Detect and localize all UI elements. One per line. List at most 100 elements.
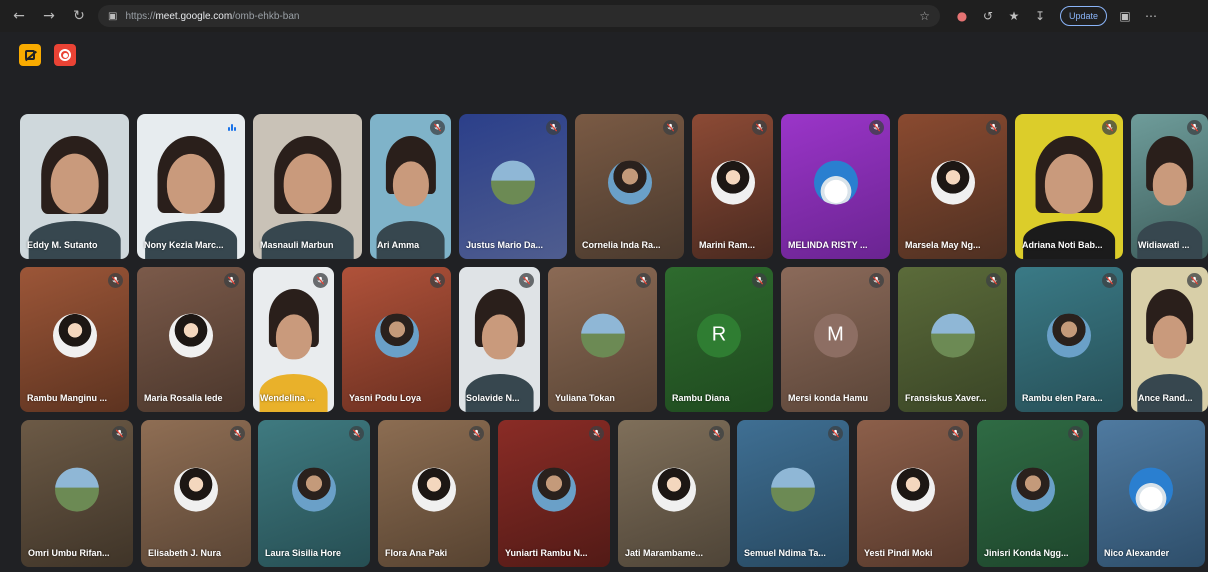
mic-off-icon	[230, 426, 245, 441]
participant-tile[interactable]: Nony Kezia Marc...	[137, 114, 245, 259]
participant-name: Omri Umbu Rifan...	[28, 548, 110, 558]
participant-tile[interactable]: Maria Rosalia lede	[137, 267, 245, 412]
participant-name: Yesti Pindi Moki	[864, 548, 933, 558]
participant-tile[interactable]: Marsela May Ng...	[898, 114, 1007, 259]
participant-name: Jati Marambame...	[625, 548, 704, 558]
mic-off-icon	[752, 273, 767, 288]
participant-tile[interactable]: M Mersi konda Hamu	[781, 267, 890, 412]
mic-off-icon	[589, 426, 604, 441]
mic-off-icon	[663, 120, 678, 135]
mic-off-icon	[430, 120, 445, 135]
mic-off-icon	[1187, 273, 1202, 288]
extension-icon[interactable]: ●	[950, 5, 974, 27]
browser-toolbar: ← → ↻ ▣ https://meet.google.com/omb-ehkb…	[0, 0, 1208, 32]
participant-tile[interactable]: R Rambu Diana	[665, 267, 773, 412]
participant-tile[interactable]: Ance Rand...	[1131, 267, 1208, 412]
participant-tile[interactable]: Nico Alexander	[1097, 420, 1205, 567]
participant-name: Laura Sisilia Hore	[265, 548, 342, 558]
participant-name: Semuel Ndima Ta...	[744, 548, 826, 558]
participant-tile[interactable]: Widiawati ...	[1131, 114, 1208, 259]
participant-name: Ance Rand...	[1138, 393, 1193, 403]
participant-avatar	[580, 313, 625, 358]
participant-tile[interactable]: Yuniarti Rambu N...	[498, 420, 610, 567]
participant-tile[interactable]: Rambu Manginu ...	[20, 267, 129, 412]
mic-off-icon	[636, 273, 651, 288]
update-button[interactable]: Update	[1060, 6, 1108, 26]
participant-avatar	[491, 160, 535, 205]
participant-tile[interactable]: Laura Sisilia Hore	[258, 420, 370, 567]
participant-name: Eddy M. Sutanto	[27, 240, 98, 250]
participant-tile[interactable]: MELINDA RISTY ...	[781, 114, 890, 259]
participant-name: Adriana Noti Bab...	[1022, 240, 1103, 250]
participant-tile[interactable]: Flora Ana Paki	[378, 420, 490, 567]
forward-icon[interactable]: →	[38, 5, 60, 27]
update-label: Update	[1069, 11, 1099, 21]
participant-name: Masnauli Marbun	[260, 240, 334, 250]
participant-avatar	[374, 313, 419, 358]
participant-name: Nico Alexander	[1104, 548, 1170, 558]
gemini-notes-icon[interactable]	[19, 44, 41, 66]
mic-off-icon	[869, 273, 884, 288]
participant-name: Flora Ana Paki	[385, 548, 448, 558]
participant-tile[interactable]: Jati Marambame...	[618, 420, 730, 567]
participant-tile[interactable]: Marini Ram...	[692, 114, 773, 259]
reload-icon[interactable]: ↻	[68, 5, 90, 27]
participant-avatar	[52, 313, 97, 358]
participant-avatar	[891, 467, 935, 512]
participant-tile[interactable]: Omri Umbu Rifan...	[21, 420, 133, 567]
participant-tile[interactable]: Yesti Pindi Moki	[857, 420, 969, 567]
participant-tile[interactable]: Adriana Noti Bab...	[1015, 114, 1123, 259]
participant-name: Solavide N...	[466, 393, 520, 403]
participant-name: MELINDA RISTY ...	[788, 240, 868, 250]
participant-avatar	[652, 467, 696, 512]
participant-tile[interactable]: Fransiskus Xaver...	[898, 267, 1007, 412]
participant-name: Rambu Diana	[672, 393, 730, 403]
mic-off-icon	[1187, 120, 1202, 135]
site-info-icon[interactable]: ▣	[108, 11, 117, 22]
participant-tile[interactable]: Rambu elen Para...	[1015, 267, 1123, 412]
mic-off-icon	[313, 273, 328, 288]
participant-tile[interactable]: Masnauli Marbun	[253, 114, 362, 259]
address-bar[interactable]: ▣ https://meet.google.com/omb-ehkb-ban ☆	[98, 5, 940, 27]
participant-tile[interactable]: Jinisri Konda Ngg...	[977, 420, 1089, 567]
participant-avatar	[607, 160, 652, 205]
bookmark-star-icon[interactable]: ☆	[919, 9, 930, 23]
participant-tile[interactable]: Wendelina ...	[253, 267, 334, 412]
participant-tile[interactable]: Semuel Ndima Ta...	[737, 420, 849, 567]
participant-tile[interactable]: Solavide N...	[459, 267, 540, 412]
favorites-icon[interactable]: ★	[1002, 5, 1026, 27]
participant-name: Yasni Podu Loya	[349, 393, 422, 403]
participant-avatar	[55, 467, 99, 512]
mic-off-icon	[1102, 120, 1117, 135]
participant-tile[interactable]: Yasni Podu Loya	[342, 267, 451, 412]
participant-name: Marsela May Ng...	[905, 240, 981, 250]
screencast-icon[interactable]: ▣	[1113, 5, 1137, 27]
participant-initial-avatar: R	[697, 313, 741, 358]
participant-name: Marini Ram...	[699, 240, 756, 250]
participant-tile[interactable]: Justus Mario Da...	[459, 114, 567, 259]
back-icon[interactable]: ←	[8, 5, 30, 27]
participant-name: Elisabeth J. Nura	[148, 548, 222, 558]
participant-name: Rambu Manginu ...	[27, 393, 107, 403]
recording-icon[interactable]	[54, 44, 76, 66]
mic-off-icon	[986, 120, 1001, 135]
participant-avatar	[1129, 467, 1173, 512]
participant-tile[interactable]: Eddy M. Sutanto	[20, 114, 129, 259]
mic-off-icon	[752, 120, 767, 135]
participant-name: Rambu elen Para...	[1022, 393, 1103, 403]
refresh-page-icon[interactable]: ↺	[976, 5, 1000, 27]
participant-name: Yuniarti Rambu N...	[505, 548, 588, 558]
participant-name: Justus Mario Da...	[466, 240, 544, 250]
participant-tile[interactable]: Yuliana Tokan	[548, 267, 657, 412]
participant-avatar	[169, 313, 213, 358]
mic-off-icon	[546, 120, 561, 135]
more-menu-icon[interactable]: ⋯	[1139, 5, 1163, 27]
downloads-icon[interactable]: ↧	[1028, 5, 1052, 27]
participant-tile[interactable]: Cornelia Inda Ra...	[575, 114, 684, 259]
participant-name: Cornelia Inda Ra...	[582, 240, 661, 250]
participant-tile[interactable]: Ari Amma	[370, 114, 451, 259]
participant-avatar	[292, 467, 336, 512]
url-path: /omb-ehkb-ban	[232, 10, 300, 22]
mic-off-icon	[224, 273, 239, 288]
participant-tile[interactable]: Elisabeth J. Nura	[141, 420, 251, 567]
